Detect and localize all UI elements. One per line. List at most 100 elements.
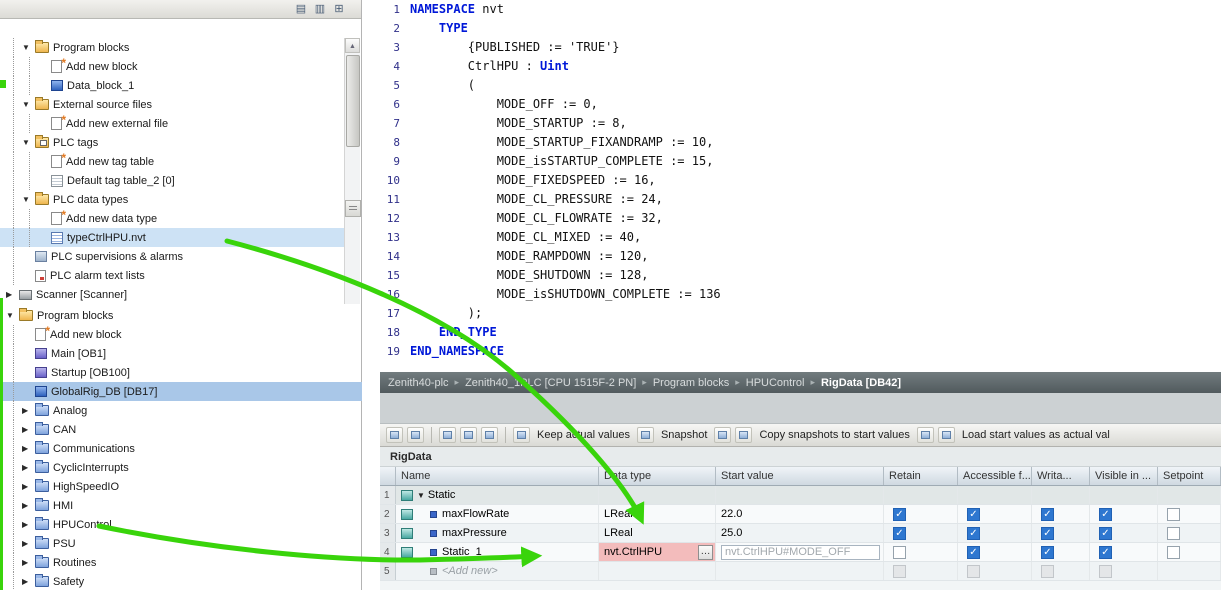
tree-item-can[interactable]: ▶CAN bbox=[0, 420, 362, 439]
tree-item-add-new-external-file[interactable]: Add new external file bbox=[0, 114, 344, 133]
tree-item-globalrig-db-db17[interactable]: GlobalRig_DB [DB17] bbox=[0, 382, 362, 401]
new-window-icon[interactable]: ⊞ bbox=[331, 2, 347, 17]
expander-icon[interactable]: ▼ bbox=[22, 138, 35, 147]
expander-icon[interactable]: ▶ bbox=[6, 290, 19, 299]
keep-actual-values-button[interactable]: Keep actual values bbox=[537, 429, 630, 441]
checkbox-visible[interactable]: ✓ bbox=[1099, 546, 1112, 559]
add-row-icon[interactable] bbox=[407, 427, 424, 443]
load-values-icon[interactable] bbox=[917, 427, 934, 443]
tree-item-hmi[interactable]: ▶HMI bbox=[0, 496, 362, 515]
pane-splitter-grip[interactable] bbox=[345, 200, 361, 217]
data-type-cell[interactable]: LReal bbox=[599, 524, 716, 542]
column-header-setpoint[interactable]: Setpoint bbox=[1158, 467, 1221, 485]
tree-item-analog[interactable]: ▶Analog bbox=[0, 401, 362, 420]
checkbox-accessible[interactable]: ✓ bbox=[967, 508, 980, 521]
name-cell[interactable]: ▼Static bbox=[396, 486, 599, 504]
checkbox-visible[interactable]: ✓ bbox=[1099, 508, 1112, 521]
table-row-3[interactable]: 3maxPressureLReal25.0✓✓✓✓ bbox=[380, 524, 1221, 543]
table-row-2[interactable]: 2maxFlowRateLReal22.0✓✓✓✓ bbox=[380, 505, 1221, 524]
breadcrumb-item-rigdata-db42[interactable]: RigData [DB42] bbox=[821, 377, 901, 389]
checkbox-writable[interactable]: ✓ bbox=[1041, 546, 1054, 559]
copy-snapshots-button[interactable]: Copy snapshots to start values bbox=[759, 429, 909, 441]
table-row-1[interactable]: 1▼Static bbox=[380, 486, 1221, 505]
breadcrumb-item-zenith40-1plc-cpu-1515f-2-pn[interactable]: Zenith40_1PLC [CPU 1515F-2 PN] bbox=[465, 377, 636, 389]
start-value-cell[interactable]: 22.0 bbox=[716, 505, 884, 523]
tree-item-safety[interactable]: ▶Safety bbox=[0, 572, 362, 590]
struct-expander-icon[interactable]: ▼ bbox=[417, 491, 425, 500]
expander-icon[interactable]: ▶ bbox=[22, 539, 35, 548]
copy-snapshot-up-icon[interactable] bbox=[714, 427, 731, 443]
tree-item-program-blocks[interactable]: ▼Program blocks bbox=[0, 38, 344, 57]
tree-item-add-new-block[interactable]: Add new block bbox=[0, 325, 362, 344]
breadcrumb-item-program-blocks[interactable]: Program blocks bbox=[653, 377, 729, 389]
expander-icon[interactable]: ▼ bbox=[22, 195, 35, 204]
monitor-icon[interactable] bbox=[513, 427, 530, 443]
table-row-4[interactable]: 4Static_1nvt.CtrlHPU…nvt.CtrlHPU#MODE_OF… bbox=[380, 543, 1221, 562]
column-header-visible-in[interactable]: Visible in ... bbox=[1090, 467, 1158, 485]
tree-item-psu[interactable]: ▶PSU bbox=[0, 534, 362, 553]
insert-row-icon[interactable] bbox=[386, 427, 403, 443]
tree-item-communications[interactable]: ▶Communications bbox=[0, 439, 362, 458]
checkbox-setpoint[interactable] bbox=[1167, 527, 1180, 540]
column-header-writa[interactable]: Writa... bbox=[1032, 467, 1090, 485]
name-cell[interactable]: <Add new> bbox=[396, 562, 599, 580]
start-value-cell[interactable]: 25.0 bbox=[716, 524, 884, 542]
start-value-cell[interactable] bbox=[716, 486, 884, 504]
expander-icon[interactable]: ▶ bbox=[22, 425, 35, 434]
tree-item-plc-alarm-text-lists[interactable]: PLC alarm text lists bbox=[0, 266, 344, 285]
split-view-icon[interactable]: ▥ bbox=[312, 2, 328, 17]
snapshot-icon[interactable] bbox=[637, 427, 654, 443]
checkbox-retain[interactable] bbox=[893, 546, 906, 559]
tree-item-add-new-block[interactable]: Add new block bbox=[0, 57, 344, 76]
tree-item-add-new-tag-table[interactable]: Add new tag table bbox=[0, 152, 344, 171]
expand-members-icon[interactable] bbox=[481, 427, 498, 443]
tree-item-cyclicinterrupts[interactable]: ▶CyclicInterrupts bbox=[0, 458, 362, 477]
expander-icon[interactable]: ▶ bbox=[22, 444, 35, 453]
scroll-up-icon[interactable]: ▲ bbox=[345, 38, 360, 53]
data-type-cell[interactable] bbox=[599, 562, 716, 580]
column-header-data-type[interactable]: Data type bbox=[599, 467, 716, 485]
tree-item-hpucontrol[interactable]: ▶HPUControl bbox=[0, 515, 362, 534]
start-value-cell[interactable] bbox=[716, 562, 884, 580]
table-row-5[interactable]: 5<Add new> bbox=[380, 562, 1221, 581]
tree-item-routines[interactable]: ▶Routines bbox=[0, 553, 362, 572]
column-header-start-value[interactable]: Start value bbox=[716, 467, 884, 485]
breadcrumb-item-zenith40-plc[interactable]: Zenith40-plc bbox=[388, 377, 449, 389]
tree-item-main-ob1[interactable]: Main [OB1] bbox=[0, 344, 362, 363]
tree-item-default-tag-table-2-0[interactable]: Default tag table_2 [0] bbox=[0, 171, 344, 190]
checkbox-visible[interactable]: ✓ bbox=[1099, 527, 1112, 540]
checkbox-accessible[interactable]: ✓ bbox=[967, 546, 980, 559]
tree-item-data-block-1[interactable]: Data_block_1 bbox=[0, 76, 344, 95]
reset-start-values-icon[interactable] bbox=[439, 427, 456, 443]
column-header-name[interactable]: Name bbox=[396, 467, 599, 485]
data-type-cell[interactable]: LReal bbox=[599, 505, 716, 523]
checkbox-setpoint[interactable] bbox=[1167, 546, 1180, 559]
expander-icon[interactable]: ▶ bbox=[22, 463, 35, 472]
checkbox-retain[interactable]: ✓ bbox=[893, 527, 906, 540]
tree-item-external-source-files[interactable]: ▼External source files bbox=[0, 95, 344, 114]
tree-item-scanner-scanner[interactable]: ▶Scanner [Scanner] bbox=[0, 285, 344, 304]
checkbox-setpoint[interactable] bbox=[1167, 508, 1180, 521]
copy-snapshot-down-icon[interactable] bbox=[735, 427, 752, 443]
load-values-alt-icon[interactable] bbox=[938, 427, 955, 443]
name-cell[interactable]: maxFlowRate bbox=[396, 505, 599, 523]
expander-icon[interactable]: ▶ bbox=[22, 501, 35, 510]
tree-item-startup-ob100[interactable]: Startup [OB100] bbox=[0, 363, 362, 382]
checkbox-writable[interactable]: ✓ bbox=[1041, 508, 1054, 521]
expander-icon[interactable]: ▶ bbox=[22, 520, 35, 529]
scl-code-editor[interactable]: 1NAMESPACE nvt2 TYPE3 {PUBLISHED := 'TRU… bbox=[380, 0, 1221, 372]
tree-item-plc-data-types[interactable]: ▼PLC data types bbox=[0, 190, 344, 209]
expander-icon[interactable]: ▶ bbox=[22, 577, 35, 586]
expander-icon[interactable]: ▼ bbox=[6, 311, 19, 320]
tree-item-program-blocks[interactable]: ▼Program blocks bbox=[0, 306, 362, 325]
tree-item-typectrlhpu-nvt[interactable]: typeCtrlHPU.nvt bbox=[0, 228, 344, 247]
checkbox-accessible[interactable]: ✓ bbox=[967, 527, 980, 540]
expander-icon[interactable]: ▶ bbox=[22, 482, 35, 491]
column-header-accessible-f[interactable]: Accessible f... bbox=[958, 467, 1032, 485]
expander-icon[interactable]: ▼ bbox=[22, 100, 35, 109]
data-type-cell[interactable] bbox=[599, 486, 716, 504]
name-cell[interactable]: Static_1 bbox=[396, 543, 599, 561]
tree-item-plc-supervisions-alarms[interactable]: PLC supervisions & alarms bbox=[0, 247, 344, 266]
tree-item-add-new-data-type[interactable]: Add new data type bbox=[0, 209, 344, 228]
expander-icon[interactable]: ▶ bbox=[22, 558, 35, 567]
